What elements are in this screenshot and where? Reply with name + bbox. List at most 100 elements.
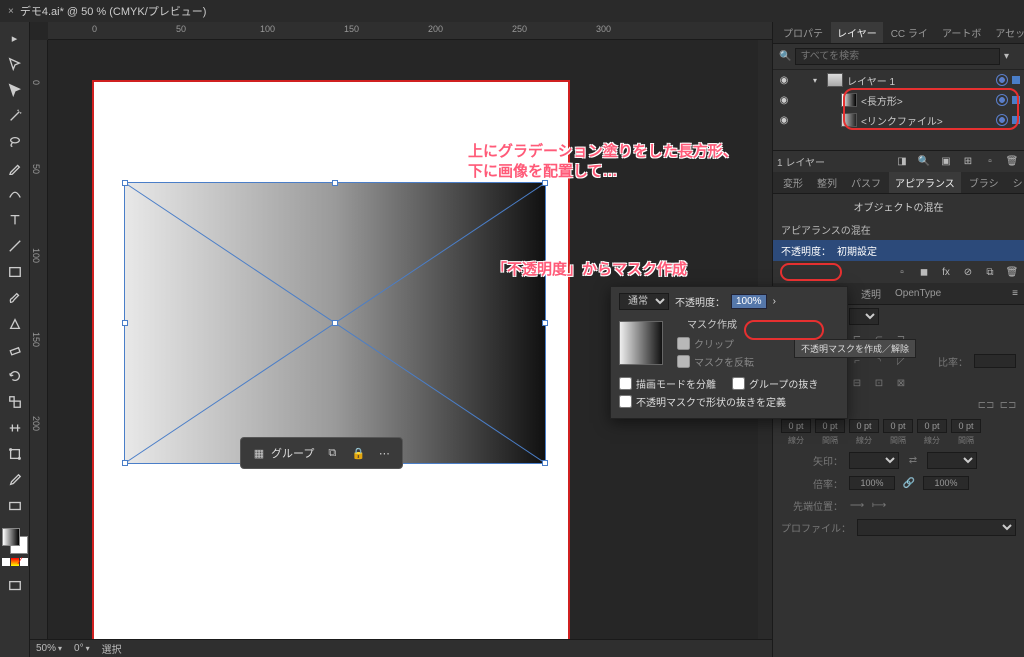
arrow-end-select[interactable] xyxy=(927,452,977,469)
fill-stroke-swatch[interactable] xyxy=(2,528,28,554)
opacity-stepper-icon[interactable]: › xyxy=(773,296,776,307)
add-fill-icon[interactable]: ◼ xyxy=(916,264,932,280)
duplicate-icon[interactable]: ⧉ xyxy=(324,445,340,461)
stroke-weight-select[interactable] xyxy=(849,308,879,325)
eraser-tool[interactable] xyxy=(3,338,27,362)
zoom-level[interactable]: 50% xyxy=(36,643,62,654)
rotate-value[interactable]: 0° xyxy=(74,643,90,654)
magic-wand-tool[interactable] xyxy=(3,104,27,128)
isolate-blending-checkbox[interactable] xyxy=(619,377,632,390)
tab-pathfinder[interactable]: パスフ xyxy=(845,172,887,193)
dash-1[interactable] xyxy=(781,419,811,433)
opacity-row[interactable]: 不透明度： 初期設定 xyxy=(773,240,1024,261)
visibility-icon[interactable]: ◉ xyxy=(777,95,791,106)
dash-2[interactable] xyxy=(849,419,879,433)
knockout-group-checkbox[interactable] xyxy=(732,377,745,390)
rotate-tool[interactable] xyxy=(3,364,27,388)
new-layer-icon[interactable]: ▫ xyxy=(982,154,998,170)
clear-icon[interactable]: ⊘ xyxy=(960,264,976,280)
layer-search-input[interactable] xyxy=(795,48,1000,65)
handle-top-mid[interactable] xyxy=(332,180,338,186)
artboard[interactable] xyxy=(92,80,570,657)
opacity-value[interactable]: 100% xyxy=(731,294,767,309)
line-tool[interactable] xyxy=(3,234,27,258)
tab-brushes[interactable]: ブラシ xyxy=(963,172,1005,193)
handle-bot-right[interactable] xyxy=(542,460,548,466)
add-stroke-icon[interactable]: ▫ xyxy=(894,264,910,280)
layer-row-rect[interactable]: ◉ <長方形> xyxy=(773,90,1024,110)
link-scale-icon[interactable]: 🔗 xyxy=(901,475,917,491)
layers-visibility-icon[interactable]: ◨ xyxy=(894,154,910,170)
file-tab[interactable]: × デモ4.ai* @ 50 % (CMYK/プレビュー) xyxy=(8,3,206,19)
tab-opentype[interactable]: OpenType xyxy=(889,285,947,302)
screen-mode-icon[interactable] xyxy=(3,574,27,598)
profile-select[interactable] xyxy=(857,519,1016,536)
handle-mid-right[interactable] xyxy=(542,320,548,326)
opacity-mask-thumb[interactable] xyxy=(619,321,663,365)
selected-rectangle[interactable] xyxy=(124,182,546,464)
scale-tool[interactable] xyxy=(3,390,27,414)
none-mode-icon[interactable]: ∕ xyxy=(20,558,28,566)
tab-transform[interactable]: 変形 xyxy=(777,172,809,193)
blend-mode-select[interactable]: 通常 xyxy=(619,293,669,310)
handle-mid-left[interactable] xyxy=(122,320,128,326)
gap-3[interactable] xyxy=(951,419,981,433)
shaper-tool[interactable] xyxy=(3,312,27,336)
align-center-icon[interactable]: ⊟ xyxy=(849,375,865,391)
tip-at-end-icon[interactable]: ⟼ xyxy=(871,497,887,513)
gap-1[interactable] xyxy=(815,419,845,433)
group-button[interactable]: ▦ グループ xyxy=(251,445,314,461)
target-icon[interactable] xyxy=(996,94,1008,106)
expand-tools-icon[interactable]: ▸ xyxy=(3,26,27,50)
lasso-tool[interactable] xyxy=(3,130,27,154)
target-icon[interactable] xyxy=(996,114,1008,126)
panel-menu-icon[interactable]: ≡ xyxy=(1006,288,1024,299)
delete-layer-icon[interactable]: 🗑 xyxy=(1004,154,1020,170)
tab-align[interactable]: 整列 xyxy=(811,172,843,193)
direct-selection-tool[interactable] xyxy=(3,78,27,102)
add-effect-icon[interactable]: fx xyxy=(938,264,954,280)
handle-top-left[interactable] xyxy=(122,180,128,186)
paintbrush-tool[interactable] xyxy=(3,286,27,310)
width-tool[interactable] xyxy=(3,416,27,440)
dash-3[interactable] xyxy=(917,419,947,433)
locate-object-icon[interactable]: 🔍 xyxy=(916,154,932,170)
tab-assets[interactable]: アセット xyxy=(989,22,1024,43)
handle-center[interactable] xyxy=(332,320,338,326)
handle-top-right[interactable] xyxy=(542,180,548,186)
gradient-tool[interactable] xyxy=(3,494,27,518)
visibility-icon[interactable]: ◉ xyxy=(777,115,791,126)
arrow-scale-end[interactable] xyxy=(923,476,969,490)
tab-transparency[interactable]: 透明 xyxy=(855,283,887,304)
filter-icon[interactable]: ▾ xyxy=(1004,51,1018,62)
tab-properties[interactable]: プロパテ xyxy=(777,22,829,43)
gap-2[interactable] xyxy=(883,419,913,433)
invert-mask-checkbox[interactable] xyxy=(677,355,690,368)
arrow-scale-start[interactable] xyxy=(849,476,895,490)
tab-layers[interactable]: レイヤー xyxy=(831,22,883,43)
tab-symbols[interactable]: シンボ xyxy=(1007,172,1024,193)
tab-cc-libraries[interactable]: CC ライ xyxy=(885,22,934,43)
new-sublayer-icon[interactable]: ⊞ xyxy=(960,154,976,170)
rectangle-tool[interactable] xyxy=(3,260,27,284)
define-knockout-checkbox[interactable] xyxy=(619,395,632,408)
close-tab-icon[interactable]: × xyxy=(8,6,14,17)
layer-row-link[interactable]: ◉ <リンクファイル> xyxy=(773,110,1024,130)
visibility-icon[interactable]: ◉ xyxy=(777,75,791,86)
swap-arrows-icon[interactable]: ⇄ xyxy=(905,453,921,469)
target-icon[interactable] xyxy=(996,74,1008,86)
type-tool[interactable] xyxy=(3,208,27,232)
color-mode-icon[interactable] xyxy=(2,558,10,566)
tab-artboards[interactable]: アートボ xyxy=(936,22,987,43)
free-transform-tool[interactable] xyxy=(3,442,27,466)
miter-limit-input[interactable] xyxy=(974,354,1016,368)
make-mask-button[interactable]: マスク作成 xyxy=(677,314,754,333)
dash-align-icon[interactable]: ⊏⊐ xyxy=(1000,397,1016,413)
handle-bot-left[interactable] xyxy=(122,460,128,466)
dash-preserve-icon[interactable]: ⊏⊐ xyxy=(978,397,994,413)
tip-extend-icon[interactable]: ⟶ xyxy=(849,497,865,513)
selection-tool[interactable] xyxy=(3,52,27,76)
align-outside-icon[interactable]: ⊠ xyxy=(893,375,909,391)
gradient-mode-icon[interactable] xyxy=(11,558,19,566)
curvature-tool[interactable] xyxy=(3,182,27,206)
